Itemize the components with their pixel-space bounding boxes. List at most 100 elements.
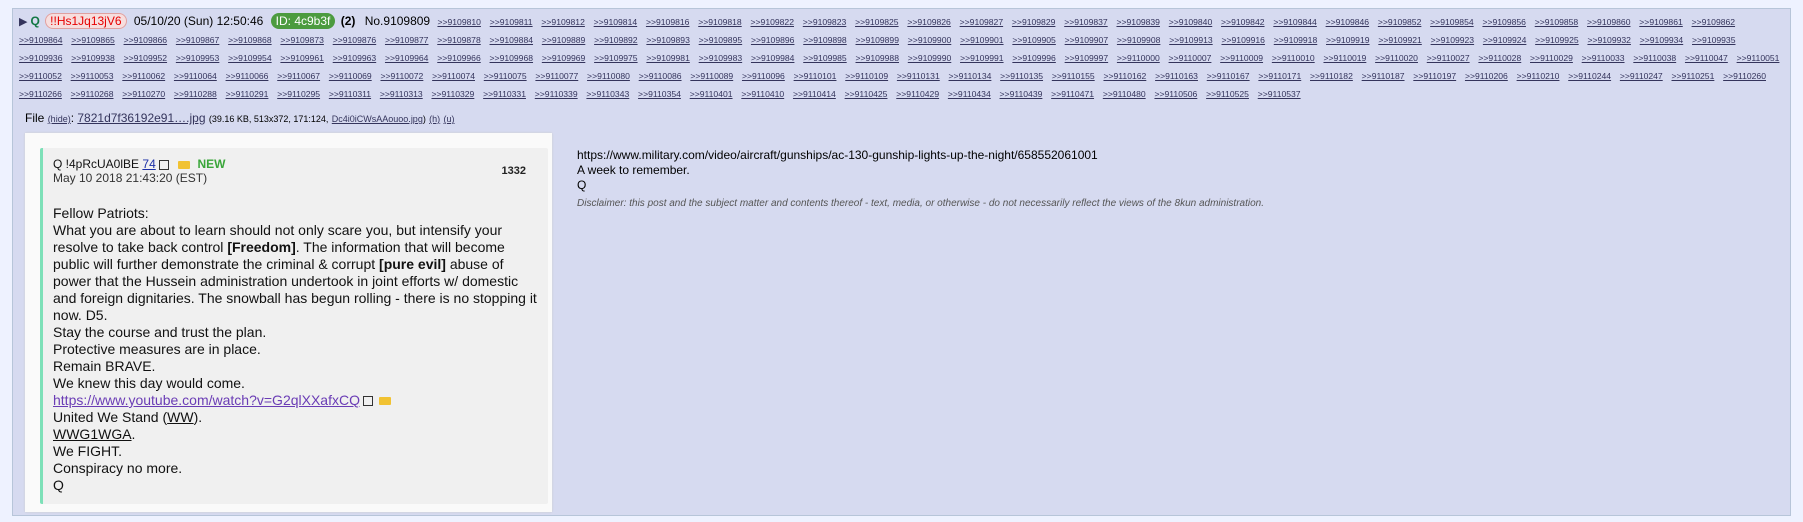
backlink[interactable]: >>9110069	[329, 71, 372, 81]
backlink[interactable]: >>9110425	[845, 89, 888, 99]
backlink[interactable]: >>9110033	[1582, 53, 1625, 63]
backlink[interactable]: >>9110131	[897, 71, 940, 81]
backlink[interactable]: >>9110329	[431, 89, 474, 99]
backlink[interactable]: >>9110171	[1258, 71, 1301, 81]
backlink[interactable]: >>9110052	[19, 71, 62, 81]
backlink[interactable]: >>9110197	[1413, 71, 1456, 81]
backlink[interactable]: >>9109866	[124, 35, 168, 45]
backlink[interactable]: >>9109918	[1274, 35, 1318, 45]
backlink[interactable]: >>9110167	[1207, 71, 1250, 81]
backlink[interactable]: >>9109921	[1378, 35, 1422, 45]
backlink[interactable]: >>9109840	[1169, 17, 1213, 27]
backlink[interactable]: >>9109896	[751, 35, 795, 45]
backlink[interactable]: >>9109846	[1326, 17, 1370, 27]
backlink[interactable]: >>9109873	[280, 35, 324, 45]
backlink[interactable]: >>9110010	[1272, 53, 1315, 63]
backlink[interactable]: >>9110434	[948, 89, 991, 99]
backlink[interactable]: >>9110313	[380, 89, 423, 99]
backlink[interactable]: >>9109818	[698, 17, 742, 27]
backlink[interactable]: >>9110135	[1000, 71, 1043, 81]
backlink[interactable]: >>9110096	[742, 71, 785, 81]
backlink[interactable]: >>9110038	[1633, 53, 1676, 63]
backlink[interactable]: >>9109991	[960, 53, 1004, 63]
backlink[interactable]: >>9109812	[541, 17, 585, 27]
backlink[interactable]: >>9109822	[751, 17, 795, 27]
backlink[interactable]: >>9109858	[1535, 17, 1579, 27]
backlink[interactable]: >>9109975	[594, 53, 638, 63]
backlink[interactable]: >>9109934	[1640, 35, 1684, 45]
backlink[interactable]: >>9109868	[228, 35, 272, 45]
backlink[interactable]: >>9109919	[1326, 35, 1370, 45]
backlink[interactable]: >>9109968	[490, 53, 534, 63]
backlink[interactable]: >>9110187	[1362, 71, 1405, 81]
backlink[interactable]: >>9110537	[1258, 89, 1301, 99]
backlink[interactable]: >>9110028	[1478, 53, 1521, 63]
backlink[interactable]: >>9110089	[690, 71, 733, 81]
backlink[interactable]: >>9109985	[803, 53, 847, 63]
backlink[interactable]: >>9109984	[751, 53, 795, 63]
backlink[interactable]: >>9110506	[1154, 89, 1197, 99]
backlink[interactable]: >>9110051	[1737, 53, 1780, 63]
backlink[interactable]: >>9109907	[1065, 35, 1109, 45]
backlink[interactable]: >>9109953	[176, 53, 220, 63]
backlink[interactable]: >>9110270	[122, 89, 165, 99]
backlink[interactable]: >>9110162	[1103, 71, 1146, 81]
backlink[interactable]: >>9109839	[1116, 17, 1160, 27]
backlink[interactable]: >>9109867	[176, 35, 220, 45]
post-number[interactable]: No.9109809	[365, 14, 430, 28]
backlink[interactable]: >>9110062	[122, 71, 165, 81]
backlink[interactable]: >>9109936	[19, 53, 63, 63]
backlink[interactable]: >>9109889	[542, 35, 586, 45]
backlink[interactable]: >>9109966	[437, 53, 481, 63]
backlink[interactable]: >>9109893	[646, 35, 690, 45]
backlink[interactable]: >>9109898	[803, 35, 847, 45]
backlink[interactable]: >>9110101	[794, 71, 837, 81]
poster-id-badge[interactable]: ID: 4c9b3f	[270, 13, 336, 29]
backlink[interactable]: >>9109916	[1221, 35, 1265, 45]
backlink[interactable]: >>9109996	[1012, 53, 1056, 63]
backlink[interactable]: >>9110311	[329, 89, 371, 99]
hide-link[interactable]: (hide)	[48, 114, 71, 124]
backlink[interactable]: >>9110019	[1323, 53, 1366, 63]
backlink[interactable]: >>9110080	[587, 71, 630, 81]
backlink[interactable]: >>9110027	[1427, 53, 1470, 63]
backlink[interactable]: >>9109860	[1587, 17, 1631, 27]
backlink[interactable]: >>9109964	[385, 53, 429, 63]
backlink[interactable]: >>9110206	[1465, 71, 1508, 81]
backlink[interactable]: >>9110007	[1169, 53, 1212, 63]
backlink[interactable]: >>9109862	[1692, 17, 1736, 27]
backlink[interactable]: >>9110182	[1310, 71, 1353, 81]
backlink[interactable]: >>9109844	[1273, 17, 1317, 27]
backlink[interactable]: >>9109925	[1535, 35, 1579, 45]
backlink[interactable]: >>9110251	[1672, 71, 1715, 81]
backlink[interactable]: >>9109829	[1012, 17, 1056, 27]
backlink[interactable]: >>9109932	[1587, 35, 1631, 45]
triangle-right-icon[interactable]: ▶	[19, 16, 27, 28]
backlink[interactable]: >>9110291	[226, 89, 269, 99]
backlink[interactable]: >>9109814	[594, 17, 638, 27]
backlink[interactable]: >>9109861	[1639, 17, 1683, 27]
backlink[interactable]: >>9109865	[71, 35, 115, 45]
backlink[interactable]: >>9109983	[699, 53, 743, 63]
backlink[interactable]: >>9109825	[855, 17, 899, 27]
backlink[interactable]: >>9109990	[908, 53, 952, 63]
backlink[interactable]: >>9109823	[803, 17, 847, 27]
backlink[interactable]: >>9109938	[71, 53, 115, 63]
backlink[interactable]: >>9110525	[1206, 89, 1249, 99]
backlink[interactable]: >>9110072	[380, 71, 423, 81]
backlink[interactable]: >>9110471	[1051, 89, 1094, 99]
message-url[interactable]: https://www.military.com/video/aircraft/…	[577, 148, 1098, 163]
backlink[interactable]: >>9109899	[856, 35, 900, 45]
backlink[interactable]: >>9109997	[1065, 53, 1109, 63]
backlink[interactable]: >>9110288	[174, 89, 217, 99]
backlink[interactable]: >>9110067	[277, 71, 320, 81]
file-name-link[interactable]: 7821d7f36192e91….jpg	[77, 111, 205, 125]
backlink[interactable]: >>9109901	[960, 35, 1004, 45]
backlink[interactable]: >>9109924	[1483, 35, 1527, 45]
backlink[interactable]: >>9109913	[1169, 35, 1213, 45]
backlink[interactable]: >>9110053	[71, 71, 114, 81]
backlink[interactable]: >>9110343	[586, 89, 629, 99]
backlink[interactable]: >>9109961	[280, 53, 324, 63]
backlink[interactable]: >>9110075	[484, 71, 527, 81]
backlink[interactable]: >>9110020	[1375, 53, 1418, 63]
